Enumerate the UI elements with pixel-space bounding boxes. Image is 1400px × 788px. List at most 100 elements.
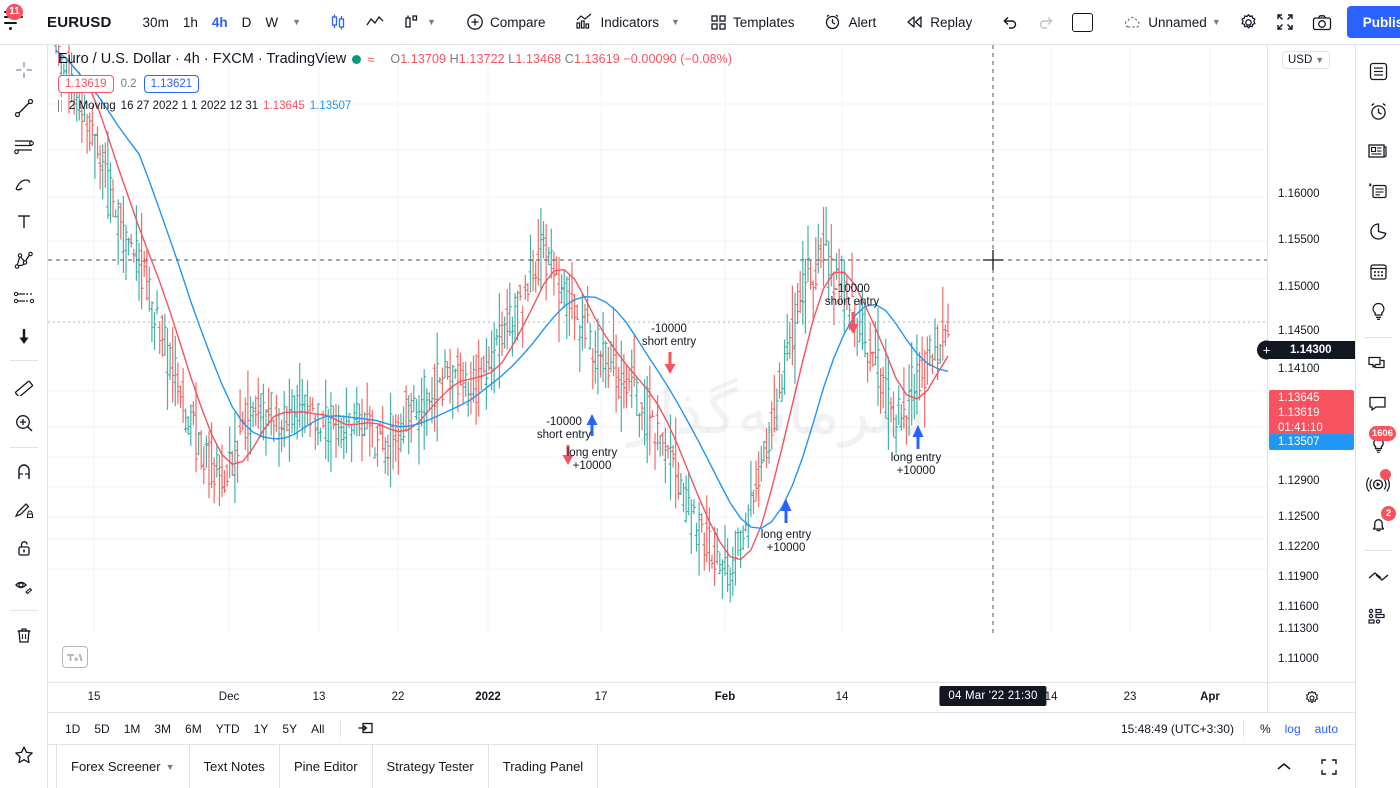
marker-arrow-long-2	[780, 499, 792, 523]
hide-drawings-icon[interactable]	[5, 567, 43, 605]
chart-area: سرمایه‌گذار Euro / U.S. Dollar · 4h · FX…	[48, 45, 1355, 788]
currency-unit-button[interactable]: USD ▼	[1282, 51, 1331, 69]
marker-arrow-short-3	[847, 312, 859, 334]
horizontal-lines-icon[interactable]	[5, 127, 43, 165]
indicators-label: Indicators	[600, 14, 660, 30]
go-to-date-button[interactable]	[350, 718, 382, 740]
layout-select-button[interactable]	[1063, 5, 1102, 39]
range-5d[interactable]: 5D	[87, 719, 116, 739]
notifications-icon[interactable]: 2	[1359, 504, 1397, 544]
hotlist-icon[interactable]	[1359, 211, 1397, 251]
watchlist-icon[interactable]	[1359, 51, 1397, 91]
tab-forex-screener[interactable]: Forex Screener ▼	[56, 744, 190, 788]
main-menu-button[interactable]: 11	[4, 4, 23, 39]
fullscreen-icon	[1277, 14, 1293, 30]
public-chats-icon[interactable]	[1359, 344, 1397, 384]
range-1m[interactable]: 1M	[117, 719, 148, 739]
broadcast-badge	[1380, 469, 1391, 480]
timeframe-4h[interactable]: 4h	[205, 7, 235, 37]
compare-label: Compare	[489, 14, 546, 30]
tradingview-logo-icon[interactable]	[62, 646, 88, 668]
timeframe-w[interactable]: W	[258, 7, 285, 37]
arrow-down-icon[interactable]	[5, 317, 43, 355]
prediction-icon[interactable]	[5, 279, 43, 317]
range-6m[interactable]: 6M	[178, 719, 209, 739]
time-tick: Dec	[218, 691, 240, 703]
zoom-in-icon[interactable]	[5, 404, 43, 442]
indicators-button[interactable]: Indicators ▼	[566, 5, 688, 39]
maximize-panel-button[interactable]	[1307, 745, 1355, 788]
timeframe-dropdown-button[interactable]: ▼	[285, 7, 308, 37]
chevrons-icon[interactable]	[1359, 557, 1397, 597]
calendar-icon[interactable]	[1359, 251, 1397, 291]
plus-circle-icon[interactable]: +	[1257, 340, 1276, 360]
expand-panel-button[interactable]	[1261, 745, 1307, 788]
private-chats-icon[interactable]	[1359, 384, 1397, 424]
timeframe-d[interactable]: D	[235, 7, 259, 37]
price-scale[interactable]: USD ▼ 1.16000 1.15500 1.15000 1.14500 1.…	[1257, 45, 1355, 682]
redo-icon	[1040, 16, 1053, 29]
time-tick: 22	[391, 691, 405, 703]
chart-settings-button[interactable]	[1230, 5, 1267, 39]
brush-icon[interactable]	[5, 165, 43, 203]
crosshair-icon[interactable]	[5, 51, 43, 89]
alert-button[interactable]: Alert	[815, 5, 885, 39]
lock-icon[interactable]	[5, 529, 43, 567]
range-3m[interactable]: 3M	[147, 719, 178, 739]
symbol-button[interactable]: EURUSD	[35, 14, 124, 31]
fullscreen-button[interactable]	[1267, 5, 1303, 39]
templates-button[interactable]: Templates	[701, 5, 804, 39]
undo-button[interactable]	[993, 5, 1028, 39]
broadcast-icon[interactable]	[1359, 464, 1397, 504]
object-tree-icon[interactable]	[1359, 597, 1397, 637]
range-1y[interactable]: 1Y	[247, 719, 276, 739]
news-icon[interactable]	[1359, 131, 1397, 171]
range-5y[interactable]: 5Y	[275, 719, 304, 739]
line-chart-icon	[366, 15, 384, 26]
tab-strategy-tester[interactable]: Strategy Tester	[373, 744, 489, 788]
trash-icon[interactable]	[5, 616, 43, 654]
saved-layout-button[interactable]: Unnamed ▼	[1114, 5, 1229, 39]
chart-pane[interactable]: سرمایه‌گذار Euro / U.S. Dollar · 4h · FX…	[48, 45, 1267, 682]
indicators-icon	[576, 13, 592, 29]
magnet-icon[interactable]	[5, 453, 43, 491]
chart-type-candles-button[interactable]	[320, 5, 356, 39]
bottom-panel-tabs: Forex Screener ▼ Text Notes Pine Editor …	[48, 744, 1355, 788]
timeframe-1h[interactable]: 1h	[176, 7, 205, 37]
marker-arrow-short-2	[664, 352, 676, 374]
publish-button[interactable]: Publish	[1346, 6, 1400, 38]
range-all[interactable]: All	[304, 719, 331, 739]
crosshair-price-label: + 1.14300	[1257, 340, 1355, 360]
snapshot-button[interactable]	[1303, 5, 1341, 39]
plus-circle-icon	[467, 14, 483, 30]
scale-percent-button[interactable]: %	[1253, 719, 1278, 739]
tab-trading-panel[interactable]: Trading Panel	[489, 744, 599, 788]
replay-button[interactable]: Replay	[897, 5, 981, 39]
ideas-icon[interactable]	[1359, 291, 1397, 331]
alerts-icon[interactable]	[1359, 91, 1397, 131]
patterns-icon[interactable]	[5, 241, 43, 279]
chevron-down-icon[interactable]: ▼	[671, 17, 680, 27]
chevron-down-icon: ▼	[292, 17, 302, 27]
session-clock[interactable]: 15:48:49 (UTC+3:30)	[1121, 722, 1234, 736]
chart-type-bars-button[interactable]: ▼	[394, 5, 445, 39]
ideas-stream-icon[interactable]: 1606	[1359, 424, 1397, 464]
drawing-mode-icon[interactable]	[5, 491, 43, 529]
range-1d[interactable]: 1D	[58, 719, 87, 739]
time-axis[interactable]: 15 Dec 13 22 2022 17 Feb 14 14 23 Apr 04…	[48, 682, 1267, 712]
range-ytd[interactable]: YTD	[209, 719, 247, 739]
trend-line-icon[interactable]	[5, 89, 43, 127]
scale-log-button[interactable]: log	[1278, 719, 1308, 739]
tab-text-notes[interactable]: Text Notes	[190, 744, 280, 788]
scale-auto-button[interactable]: auto	[1308, 719, 1345, 739]
favorites-icon[interactable]	[5, 736, 43, 774]
tab-pine-editor[interactable]: Pine Editor	[280, 744, 373, 788]
chart-settings-gear-icon[interactable]	[1304, 690, 1320, 706]
text-icon[interactable]	[5, 203, 43, 241]
redo-button[interactable]	[1028, 5, 1063, 39]
ruler-icon[interactable]	[5, 366, 43, 404]
timeframe-30m[interactable]: 30m	[136, 7, 176, 37]
data-window-icon[interactable]	[1359, 171, 1397, 211]
compare-button[interactable]: Compare	[457, 5, 555, 39]
chart-type-line-button[interactable]	[356, 5, 394, 39]
